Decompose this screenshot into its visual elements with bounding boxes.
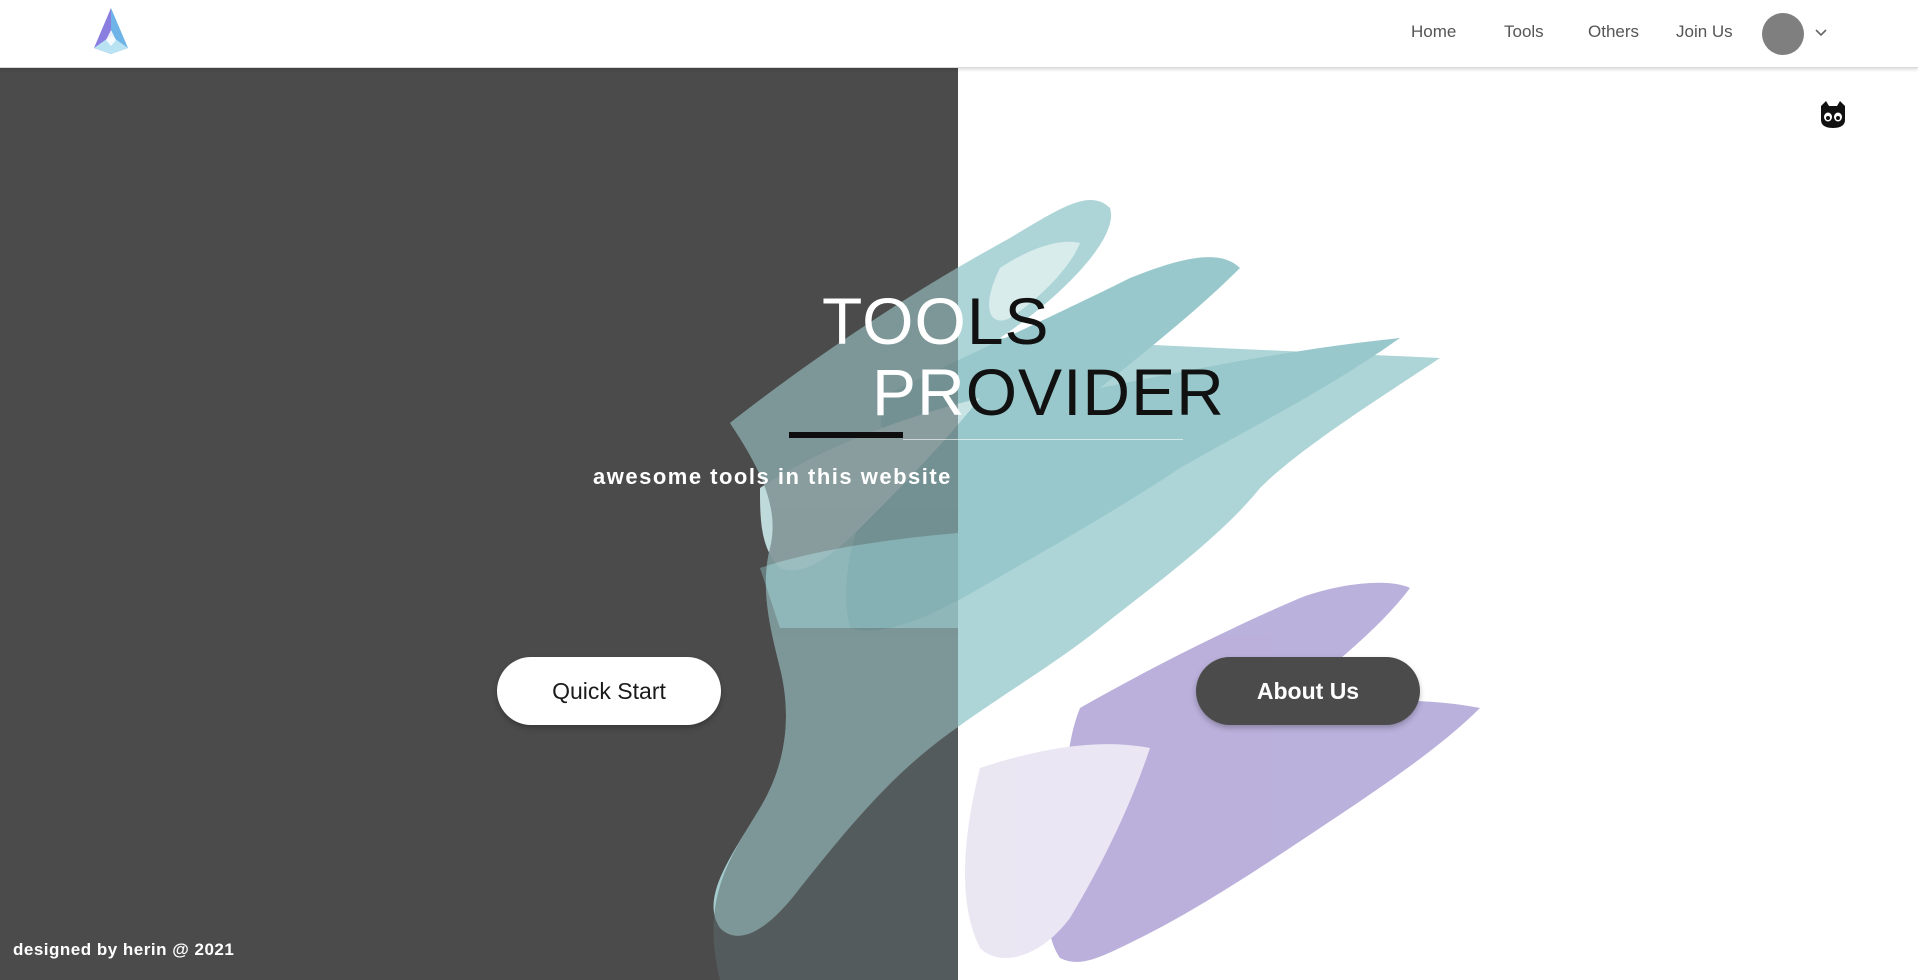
hero-subtitle: awesome tools in this website [593, 464, 952, 489]
top-navbar: Home Tools Others Join Us [0, 0, 1918, 68]
hero-title-line-1: TOOLS [822, 283, 1050, 359]
hero-title-word-2: PROVIDER [872, 355, 1225, 429]
hero-title-word-1: TOOLS [822, 284, 1050, 358]
nav-join-us[interactable]: Join Us [1676, 22, 1733, 42]
title-underline-accent [789, 432, 903, 438]
logo-icon[interactable] [86, 6, 132, 60]
quick-start-button[interactable]: Quick Start [497, 657, 721, 725]
nav-others[interactable]: Others [1588, 22, 1639, 42]
nav-home[interactable]: Home [1411, 22, 1456, 42]
hero-section: TOOLS PROVIDER awesome tools in this web… [0, 68, 1918, 980]
hero-title-line-2: PROVIDER [872, 354, 1225, 430]
github-icon[interactable] [1817, 98, 1849, 130]
nav-tools[interactable]: Tools [1504, 22, 1544, 42]
chevron-down-icon[interactable] [1814, 28, 1828, 38]
title-underline-rule [903, 439, 1183, 440]
about-us-button[interactable]: About Us [1196, 657, 1420, 725]
footer-credit: designed by herin @ 2021 [13, 940, 235, 959]
paint-splash-illustration [713, 199, 1480, 980]
avatar[interactable] [1762, 13, 1804, 55]
